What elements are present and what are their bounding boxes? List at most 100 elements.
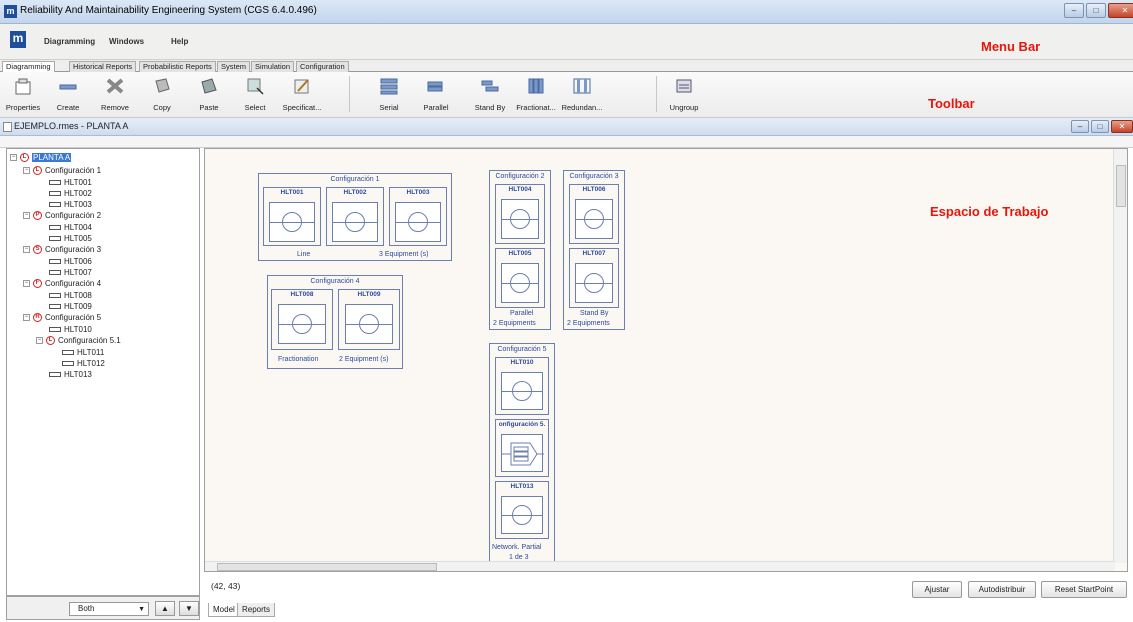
- config-block[interactable]: Configuración 4 HLT008 HLT009 Fractionat…: [267, 275, 403, 369]
- tree-node[interactable]: HLT006: [49, 257, 92, 266]
- horizontal-scrollbar[interactable]: [205, 561, 1115, 571]
- equipment-block[interactable]: HLT002: [326, 187, 384, 246]
- redundancy-button[interactable]: Redundan...: [560, 76, 604, 112]
- config-type-label: Parallel: [510, 310, 534, 317]
- collapse-icon[interactable]: −: [23, 314, 30, 321]
- close-icon[interactable]: ✕: [1108, 3, 1133, 18]
- config-count-label: 1 de 3: [509, 554, 529, 561]
- config-block[interactable]: Configuración 3 HLT006 HLT007 Stand By 2…: [563, 170, 625, 330]
- tree-node[interactable]: HLT007: [49, 268, 92, 277]
- ungroup-icon: [673, 76, 695, 96]
- scroll-thumb[interactable]: [217, 563, 437, 571]
- tree-node[interactable]: − R Configuración 5: [23, 313, 101, 322]
- equipment-block[interactable]: HLT006: [569, 184, 619, 244]
- collapse-icon[interactable]: −: [10, 154, 17, 161]
- doc-minimize-icon[interactable]: –: [1071, 120, 1089, 133]
- tree-node-label: Configuración 3: [45, 245, 102, 254]
- collapse-icon[interactable]: −: [23, 246, 30, 253]
- tab-configuration[interactable]: Configuration: [296, 61, 349, 72]
- equipment-icon: [49, 327, 61, 332]
- specification-button[interactable]: Specificat...: [280, 76, 324, 112]
- scroll-thumb[interactable]: [1116, 165, 1126, 207]
- remove-button[interactable]: Remove: [93, 76, 137, 112]
- properties-button[interactable]: Properties: [1, 76, 45, 112]
- tree-node[interactable]: HLT004: [49, 223, 92, 232]
- tree-node[interactable]: HLT008: [49, 291, 92, 300]
- paste-button[interactable]: Paste: [187, 76, 231, 112]
- tree-node[interactable]: HLT010: [49, 325, 92, 334]
- autodistribute-button[interactable]: Autodistribuir: [968, 581, 1036, 598]
- equipment-block[interactable]: HLT005: [495, 248, 545, 308]
- move-up-button[interactable]: ▲: [155, 601, 175, 616]
- workspace-canvas[interactable]: Espacio de Trabajo Configuración 1 HLT00…: [204, 148, 1128, 572]
- tree-node[interactable]: − S Configuración 3: [23, 245, 101, 254]
- menu-help[interactable]: Help: [171, 37, 188, 46]
- equipment-block[interactable]: HLT001: [263, 187, 321, 246]
- equipment-block[interactable]: HLT010: [495, 357, 549, 415]
- doc-close-icon[interactable]: ✕: [1111, 120, 1133, 133]
- tab-reports[interactable]: Reports: [237, 603, 276, 617]
- tab-probabilistic-reports[interactable]: Probabilistic Reports: [139, 61, 216, 72]
- toolbar-separator: [656, 76, 657, 112]
- doc-restore-icon[interactable]: □: [1091, 120, 1109, 133]
- window-title: Reliability And Maintainability Engineer…: [20, 5, 317, 16]
- subconfig-block[interactable]: onfiguración 5.: [495, 419, 549, 477]
- tree-node[interactable]: − F Configuración 4: [23, 279, 101, 288]
- tree-filter-select[interactable]: Both ▼: [69, 602, 149, 616]
- tree-node[interactable]: HLT005: [49, 234, 92, 243]
- equipment-block[interactable]: HLT008: [271, 289, 333, 350]
- config-block[interactable]: Configuración 1 HLT001 HLT002 HLT003 Lin…: [258, 173, 452, 261]
- adjust-button[interactable]: Ajustar: [912, 581, 962, 598]
- equipment-block[interactable]: HLT007: [569, 248, 619, 308]
- minimize-icon[interactable]: –: [1064, 3, 1084, 18]
- equipment-icon: [62, 361, 74, 366]
- collapse-icon[interactable]: −: [36, 337, 43, 344]
- tab-simulation[interactable]: Simulation: [251, 61, 295, 72]
- tree-node[interactable]: HLT001: [49, 178, 92, 187]
- equipment-block[interactable]: HLT013: [495, 481, 549, 539]
- tree-node[interactable]: HLT013: [49, 370, 92, 379]
- reset-startpoint-button[interactable]: Reset StartPoint: [1041, 581, 1127, 598]
- equipment-block[interactable]: HLT004: [495, 184, 545, 244]
- config-block[interactable]: Configuración 5 HLT010 onfiguración 5. H…: [489, 343, 555, 565]
- menu-windows[interactable]: Windows: [109, 37, 144, 46]
- tab-model[interactable]: Model: [208, 603, 240, 617]
- parallel-button[interactable]: Parallel: [414, 76, 458, 112]
- fractionation-button[interactable]: Fractionat...: [514, 76, 558, 112]
- component-icon: [332, 202, 378, 242]
- tree-node[interactable]: − L Configuración 5.1: [36, 336, 121, 345]
- component-icon: [269, 202, 315, 242]
- equipment-block[interactable]: HLT003: [389, 187, 447, 246]
- create-button[interactable]: Create: [46, 76, 90, 112]
- collapse-icon[interactable]: −: [23, 167, 30, 174]
- document-window-controls: – □ ✕: [1071, 120, 1133, 133]
- tree-node-label: Configuración 4: [45, 279, 102, 288]
- tree-node[interactable]: HLT012: [62, 359, 105, 368]
- copy-button[interactable]: Copy: [140, 76, 184, 112]
- copy-icon: [151, 76, 173, 96]
- menu-diagramming[interactable]: Diagramming: [44, 37, 95, 46]
- move-down-button[interactable]: ▼: [179, 601, 199, 616]
- tree-node[interactable]: HLT011: [62, 348, 104, 357]
- collapse-icon[interactable]: −: [23, 280, 30, 287]
- tab-historical-reports[interactable]: Historical Reports: [69, 61, 137, 72]
- tree-node[interactable]: − L Configuración 1: [23, 166, 101, 175]
- select-button[interactable]: Select: [233, 76, 277, 112]
- tree-node[interactable]: HLT003: [49, 200, 92, 209]
- vertical-scrollbar[interactable]: [1113, 149, 1127, 563]
- tree-node[interactable]: − P Configuración 2: [23, 211, 101, 220]
- tab-system[interactable]: System: [217, 61, 251, 72]
- serial-button[interactable]: Serial: [367, 76, 411, 112]
- tree-node[interactable]: HLT002: [49, 189, 92, 198]
- collapse-icon[interactable]: −: [23, 212, 30, 219]
- specification-label: Specificat...: [282, 103, 322, 112]
- tree-node[interactable]: − L PLANTA A: [10, 153, 72, 162]
- ungroup-button[interactable]: Ungroup: [662, 76, 706, 112]
- config-block[interactable]: Configuración 2 HLT004 HLT005 Parallel 2…: [489, 170, 551, 330]
- tree-node[interactable]: HLT009: [49, 302, 92, 311]
- select-icon: [244, 76, 266, 96]
- maximize-icon[interactable]: □: [1086, 3, 1106, 18]
- copy-label: Copy: [153, 103, 171, 112]
- equipment-block[interactable]: HLT009: [338, 289, 400, 350]
- standby-button[interactable]: Stand By: [468, 76, 512, 112]
